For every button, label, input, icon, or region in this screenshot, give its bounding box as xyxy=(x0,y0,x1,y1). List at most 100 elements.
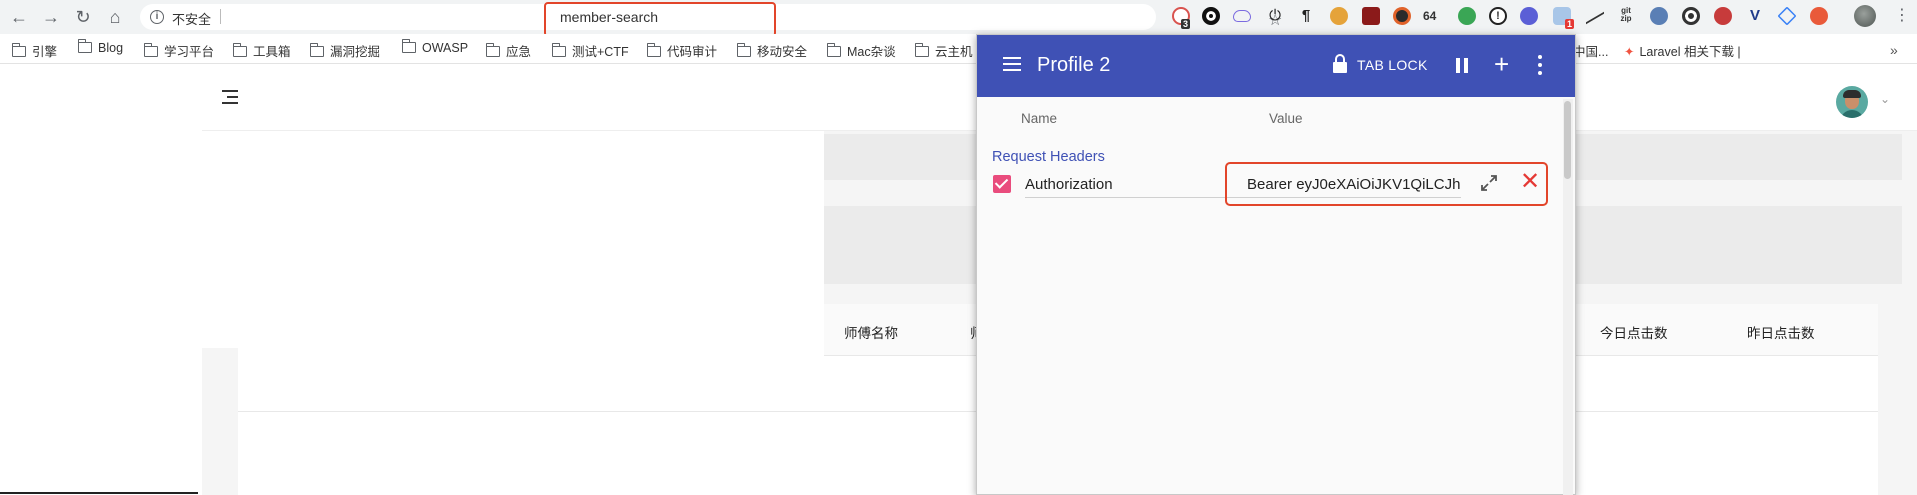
extension-icon[interactable] xyxy=(1810,7,1828,25)
user-avatar[interactable] xyxy=(1836,86,1868,118)
bookmark-folder[interactable]: Mac杂谈 xyxy=(826,41,896,59)
expand-icon[interactable] xyxy=(1479,173,1499,193)
chevron-down-icon[interactable]: ⌄ xyxy=(1880,92,1890,106)
folder-icon xyxy=(309,43,324,57)
scrollbar-thumb[interactable] xyxy=(1564,101,1571,179)
table-header-cell: 师傅名称 xyxy=(844,326,898,341)
bookmark-label: 云主机 xyxy=(935,45,973,59)
folder-icon xyxy=(826,43,841,57)
info-icon[interactable]: i xyxy=(150,10,164,24)
bookmark-label: 中国... xyxy=(1573,45,1609,59)
sidebar-divider xyxy=(0,492,198,494)
bookmark-laravel[interactable]: ✦ Laravel 相关下载 | xyxy=(1624,41,1741,59)
folder-icon xyxy=(914,43,929,57)
laravel-icon: ✦ xyxy=(1624,45,1635,59)
url-text[interactable]: member-search xyxy=(560,9,658,25)
forward-icon[interactable]: → xyxy=(40,6,62,28)
bookmark-item[interactable]: 中国... xyxy=(1573,41,1609,59)
bookmark-label: 测试+CTF xyxy=(572,45,629,59)
bookmark-label: Blog xyxy=(98,41,124,55)
tab-lock-button[interactable]: TAB LOCK xyxy=(1357,57,1428,73)
pilcrow-icon[interactable]: ¶ xyxy=(1297,7,1315,25)
info-circle-icon[interactable]: ! xyxy=(1489,7,1507,25)
folder-icon xyxy=(646,43,661,57)
bookmark-folder[interactable]: 漏洞挖掘 xyxy=(309,41,381,59)
chart-icon[interactable] xyxy=(1586,1,1604,25)
plus-icon[interactable]: + xyxy=(1494,51,1509,77)
modheader-popup: Profile 2 TAB LOCK + Name Value Request … xyxy=(976,34,1576,495)
pause-icon[interactable] xyxy=(1455,58,1469,73)
extension-icon[interactable] xyxy=(1393,7,1411,25)
extension-badge: 1 xyxy=(1565,19,1575,29)
bookmark-label: 代码审计 xyxy=(667,45,718,59)
lock-icon[interactable] xyxy=(1333,54,1347,74)
extension-icon[interactable] xyxy=(1650,7,1668,25)
folder-icon xyxy=(551,43,566,57)
bookmark-folder[interactable]: 工具箱 xyxy=(232,41,291,59)
bookmark-folder[interactable]: 测试+CTF xyxy=(551,41,629,59)
column-header-name: Name xyxy=(1021,111,1058,126)
profile-avatar[interactable] xyxy=(1854,5,1876,27)
table-header-cell: 今日点击数 xyxy=(1600,326,1668,341)
power-icon[interactable]: ⏻ xyxy=(1266,7,1284,25)
bookmark-label: 引擎 xyxy=(32,45,58,59)
folder-icon xyxy=(77,39,92,53)
home-icon[interactable]: ⌂ xyxy=(104,6,126,28)
sidebar xyxy=(0,65,202,495)
bookmark-folder[interactable]: 移动安全 xyxy=(736,41,808,59)
back-icon[interactable]: ← xyxy=(8,6,30,28)
ublock-icon[interactable] xyxy=(1362,7,1380,25)
bookmark-label: 工具箱 xyxy=(253,45,291,59)
header-value-field[interactable]: Bearer eyJ0eXAiOiJKV1QiLCJhb xyxy=(1247,176,1461,193)
folder-icon xyxy=(143,43,158,57)
folder-icon xyxy=(232,43,247,57)
bookmark-label: 学习平台 xyxy=(164,45,215,59)
gitzip-icon[interactable]: git zip xyxy=(1617,7,1635,25)
folder-icon xyxy=(485,43,500,57)
value-field-underline xyxy=(1247,197,1461,198)
extension-icon[interactable] xyxy=(1777,6,1797,26)
bookmark-folder[interactable]: OWASP xyxy=(401,39,468,57)
extension-badge: 3 xyxy=(1181,19,1191,29)
header-enabled-checkbox[interactable] xyxy=(993,175,1011,193)
bookmark-label: 漏洞挖掘 xyxy=(330,45,381,59)
bookmark-folder[interactable]: 云主机 xyxy=(914,41,973,59)
extension-icon[interactable] xyxy=(1202,7,1220,25)
bookmark-label: 移动安全 xyxy=(757,45,808,59)
more-vert-icon[interactable] xyxy=(1538,55,1542,75)
name-field-underline xyxy=(1025,197,1251,198)
extension-icon[interactable] xyxy=(1714,7,1732,25)
profile-title: Profile 2 xyxy=(1037,54,1111,76)
bookmarks-bar: 引擎 Blog 学习平台 工具箱 漏洞挖掘 OWASP 应急 测试+CTF 代码… xyxy=(0,34,1917,64)
bookmark-folder[interactable]: 引擎 xyxy=(11,41,58,59)
browser-toolbar: ← → ↻ ⌂ i 不安全 ☆ member-search 3 ⏻ ¶ 64 !… xyxy=(0,0,1917,37)
menu-fold-icon[interactable] xyxy=(222,90,240,106)
bookmark-folder[interactable]: Blog xyxy=(77,39,124,57)
cookie-icon[interactable] xyxy=(1330,7,1348,25)
close-icon[interactable]: ✕ xyxy=(1520,170,1540,194)
header-name-field[interactable]: Authorization xyxy=(1025,176,1113,193)
bookmark-folder[interactable]: 学习平台 xyxy=(143,41,215,59)
security-label: 不安全 xyxy=(172,12,212,27)
hamburger-icon[interactable] xyxy=(1003,57,1021,71)
folder-icon xyxy=(401,39,416,53)
column-header-value: Value xyxy=(1269,111,1303,126)
bookmark-folder[interactable]: 应急 xyxy=(485,41,532,59)
folder-icon xyxy=(11,43,26,57)
base64-icon[interactable]: 64 xyxy=(1423,7,1441,25)
cloud-icon[interactable] xyxy=(1233,10,1251,22)
more-bookmarks-icon[interactable]: » xyxy=(1890,42,1898,58)
address-separator xyxy=(220,9,221,24)
evernote-icon[interactable] xyxy=(1458,7,1476,25)
bookmark-label: Mac杂谈 xyxy=(847,45,896,59)
reload-icon[interactable]: ↻ xyxy=(72,6,94,28)
bookmark-label: Laravel 相关下载 | xyxy=(1639,45,1741,59)
bookmark-folder[interactable]: 代码审计 xyxy=(646,41,718,59)
folder-icon xyxy=(736,43,751,57)
browser-menu-icon[interactable]: ⋮ xyxy=(1894,5,1910,25)
request-headers-title: Request Headers xyxy=(992,149,1105,165)
vue-icon[interactable]: V xyxy=(1746,7,1764,25)
extension-icon[interactable] xyxy=(1682,7,1700,25)
bookmark-label: 应急 xyxy=(506,45,532,59)
checkmark-icon[interactable] xyxy=(1520,7,1538,25)
